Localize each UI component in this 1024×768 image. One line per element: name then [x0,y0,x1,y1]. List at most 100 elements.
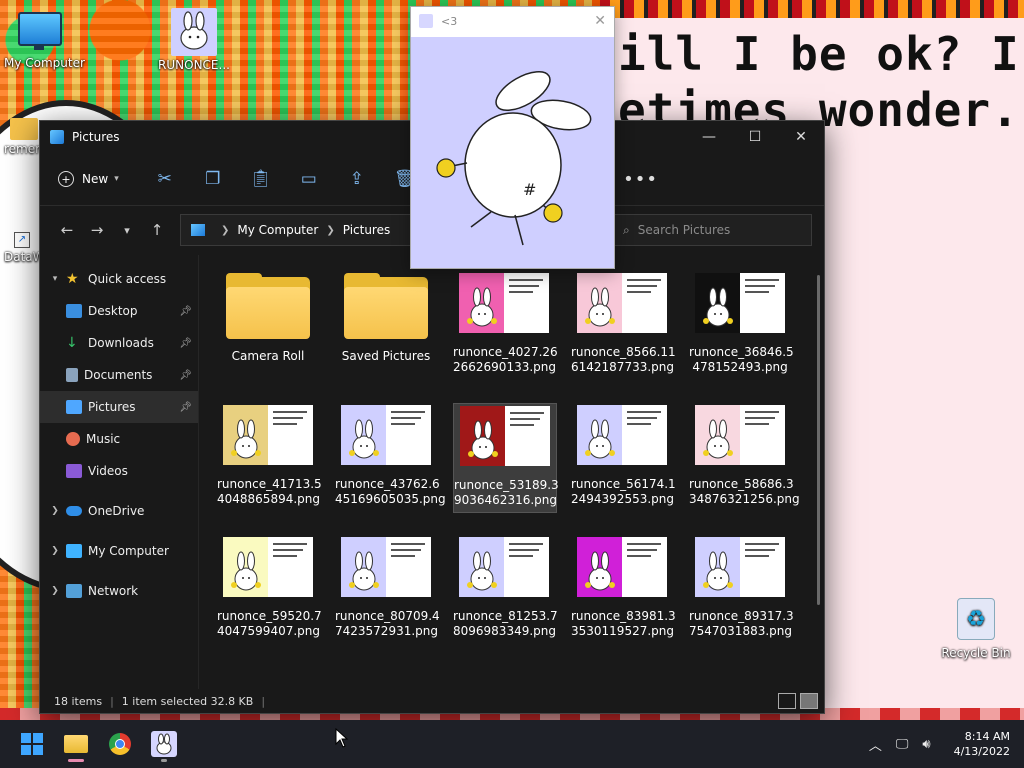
pictures-folder-icon [191,224,205,236]
image-file-item[interactable]: runonce_56174.1 2494392553.png [571,405,676,507]
nav-onedrive[interactable]: ❯ OneDrive [40,495,198,527]
nav-quick-access[interactable]: ▾ ★ Quick access [40,263,198,295]
content-area: ▾ ★ Quick access Desktop 📌︎ ↓ Downloads … [40,255,824,689]
share-button[interactable]: ⇪ [333,169,381,189]
folder-item[interactable]: Camera Roll [217,273,319,364]
close-button[interactable]: ✕ [778,121,824,153]
image-file-item[interactable]: runonce_89317.3 7547031883.png [689,537,794,639]
nav-downloads[interactable]: ↓ Downloads 📌︎ [40,327,198,359]
up-button[interactable]: ↑ [142,221,172,239]
pictures-icon [66,400,82,414]
image-file-item[interactable]: runonce_36846.5 478152493.png [689,273,794,375]
nav-label: Network [88,584,139,598]
nav-label: Pictures [88,400,136,414]
desktop-icon-remem[interactable]: remem [0,118,47,156]
nav-desktop[interactable]: Desktop 📌︎ [40,295,198,327]
paste-button[interactable]: 📋︎ [237,169,285,189]
file-name-label: runonce_58686.3 34876321256.png [689,477,800,506]
plus-icon: + [58,171,74,187]
maximize-button[interactable]: ☐ [732,121,778,153]
rename-button[interactable]: ▭ [285,169,333,189]
file-name-label: Camera Roll [231,349,305,363]
chrome-icon [109,733,131,755]
document-icon [66,368,78,382]
copy-icon: ❐ [205,169,221,189]
taskbar-chrome[interactable] [98,724,142,764]
cloud-icon [66,506,82,516]
chevron-down-icon: ▾ [52,274,58,284]
large-icons-view-icon[interactable] [800,693,818,709]
view-buttons [778,693,818,709]
folder-icon [226,273,310,339]
recent-locations-button[interactable]: ▾ [112,224,142,237]
file-name-label: runonce_59520.7 4047599407.png [217,609,322,638]
cut-button[interactable]: ✂ [141,169,189,189]
back-button[interactable]: ← [52,221,82,239]
taskbar-bunny-app[interactable] [142,724,186,764]
see-more-button[interactable]: ••• [623,169,658,190]
desktop-icon-my-computer[interactable]: My Computer [4,12,85,70]
image-file-item[interactable]: runonce_43762.6 45169605035.png [335,405,446,507]
copy-button[interactable]: ❐ [189,169,237,189]
bunny-app-icon [151,731,177,757]
image-file-item[interactable]: runonce_53189.3 9036462316.png [453,403,559,513]
selection-info: 1 item selected 32.8 KB [121,694,254,708]
breadcrumb-my-computer[interactable]: My Computer [237,223,318,237]
new-button[interactable]: + New ▾ [58,171,119,187]
nav-label: Downloads [88,336,154,350]
image-file-item[interactable]: runonce_59520.7 4047599407.png [217,537,322,639]
desktop-icon-recycle-bin[interactable]: ♻ Recycle Bin [940,598,1012,660]
nav-pictures[interactable]: Pictures 📌︎ [40,391,198,423]
image-thumbnail [695,273,785,333]
bunny-app-icon [419,14,433,28]
nav-documents[interactable]: Documents 📌︎ [40,359,198,391]
network-status-icon[interactable]: 🖵︎ [896,737,909,752]
file-name-label: runonce_43762.6 45169605035.png [335,477,446,506]
desktop-icon-label: My Computer [4,56,85,70]
popup-close-button[interactable]: ✕ [594,13,606,29]
nav-music[interactable]: Music [40,423,198,455]
nav-videos[interactable]: Videos [40,455,198,487]
search-icon: ⌕ [623,222,630,237]
image-file-item[interactable]: runonce_83981.3 3530119527.png [571,537,676,639]
details-view-icon[interactable] [778,693,796,709]
volume-icon[interactable]: 🔊︎ [922,737,930,752]
image-file-item[interactable]: runonce_58686.3 34876321256.png [689,405,800,507]
vertical-scrollbar[interactable] [817,275,820,605]
nav-label: Music [86,432,121,446]
file-name-label: runonce_56174.1 2494392553.png [571,477,676,506]
popup-title-bar[interactable]: <3 ✕ [411,7,614,35]
desktop-icon-label: RUNONCE... [158,58,230,72]
forward-button[interactable]: → [82,221,112,239]
breadcrumb-chevron-icon: ❯ [326,224,335,236]
image-file-item[interactable]: runonce_81253.7 8096983349.png [453,537,558,639]
breadcrumb-pictures[interactable]: Pictures [343,223,391,237]
search-box[interactable]: ⌕ Search Pictures [610,214,812,246]
image-file-item[interactable]: runonce_80709.4 7423572931.png [335,537,440,639]
file-name-label: runonce_81253.7 8096983349.png [453,609,558,638]
folder-item[interactable]: Saved Pictures [335,273,437,364]
image-thumbnail [695,405,785,465]
chevron-up-icon[interactable]: ︿ [869,735,882,754]
taskbar-file-explorer[interactable] [54,724,98,764]
wallpaper-border [600,0,1024,18]
nav-my-computer[interactable]: ❯ My Computer [40,535,198,567]
item-count: 18 items [54,694,103,708]
music-icon [66,432,80,446]
desktop-icon-dataw[interactable]: ↗ DataW [0,232,45,264]
breadcrumb-chevron-icon: ❯ [221,224,230,236]
start-button[interactable] [10,724,54,764]
navigation-pane: ▾ ★ Quick access Desktop 📌︎ ↓ Downloads … [40,255,199,689]
minimize-button[interactable]: — [686,121,732,153]
image-file-item[interactable]: runonce_41713.5 4048865894.png [217,405,322,507]
image-file-item[interactable]: runonce_8566.11 6142187733.png [571,273,676,375]
image-thumbnail [577,273,667,333]
image-thumbnail [459,273,549,333]
desktop-icon-runonce[interactable]: RUNONCE... [158,8,230,72]
clock-date: 4/13/2022 [953,745,1010,758]
image-file-item[interactable]: runonce_4027.26 2662690133.png [453,273,558,375]
nav-network[interactable]: ❯ Network [40,575,198,607]
pin-icon: 📌︎ [179,305,192,317]
new-button-label: New [82,172,109,186]
clock[interactable]: 8:14 AM 4/13/2022 [954,729,1010,759]
